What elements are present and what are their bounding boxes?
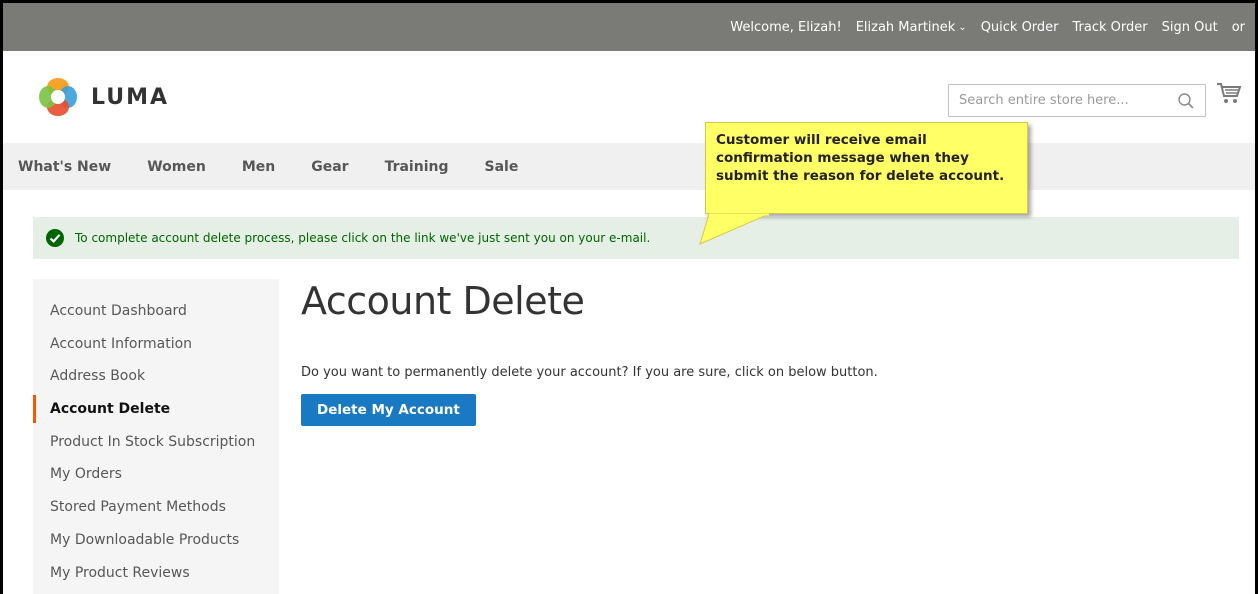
cart-icon[interactable] (1216, 81, 1242, 105)
check-circle-icon (46, 229, 64, 247)
annotation-callout: Customer will receive email confirmation… (705, 122, 1028, 214)
logo-text: LUMA (91, 84, 170, 110)
track-order-link[interactable]: Track Order (1073, 20, 1148, 35)
nav-item-sale[interactable]: Sale (484, 159, 518, 175)
customer-name: Elizah Martinek (855, 19, 956, 35)
delete-my-account-button[interactable]: Delete My Account (301, 394, 476, 426)
callout-pointer (699, 213, 770, 245)
main-navigation: What's New Women Men Gear Training Sale (3, 143, 1255, 190)
header: LUMA (3, 51, 1255, 143)
callout-line: submit the reason for delete account. (716, 168, 1005, 184)
or-text: or (1231, 19, 1245, 35)
sidebar-item-account-dashboard[interactable]: Account Dashboard (33, 295, 279, 328)
sidebar-item-my-product-reviews[interactable]: My Product Reviews (33, 557, 279, 590)
chevron-down-icon: ⌄ (958, 21, 967, 33)
nav-item-whats-new[interactable]: What's New (18, 159, 111, 175)
nav-item-women[interactable]: Women (147, 159, 206, 175)
success-message-text: To complete account delete process, plea… (75, 231, 651, 245)
callout-line: Customer will receive email (716, 132, 927, 148)
page-title: Account Delete (301, 279, 585, 323)
nav-item-gear[interactable]: Gear (311, 159, 348, 175)
search-input[interactable] (959, 93, 1169, 108)
main-content: Account Delete Do you want to permanentl… (301, 279, 1201, 426)
page: Welcome, Elizah! Elizah Martinek ⌄ Quick … (0, 0, 1258, 594)
callout-line: confirmation message when they (716, 150, 969, 166)
quick-order-link[interactable]: Quick Order (981, 20, 1059, 35)
nav-item-men[interactable]: Men (242, 159, 275, 175)
customer-menu[interactable]: Elizah Martinek ⌄ (856, 20, 967, 35)
sidebar-item-account-information[interactable]: Account Information (33, 328, 279, 361)
search-box (948, 84, 1206, 117)
sidebar-item-my-orders[interactable]: My Orders (33, 458, 279, 491)
success-message: To complete account delete process, plea… (33, 217, 1239, 259)
sign-out-link[interactable]: Sign Out (1162, 20, 1218, 35)
top-panel: Welcome, Elizah! Elizah Martinek ⌄ Quick … (3, 3, 1255, 51)
welcome-text: Welcome, Elizah! (730, 19, 842, 35)
account-sidebar: Account Dashboard Account Information Ad… (33, 279, 279, 594)
sidebar-item-product-in-stock-subscription[interactable]: Product In Stock Subscription (33, 426, 279, 459)
sidebar-item-address-book[interactable]: Address Book (33, 360, 279, 393)
sidebar-item-stored-payment-methods[interactable]: Stored Payment Methods (33, 491, 279, 524)
luma-logo-icon (39, 78, 77, 116)
logo[interactable]: LUMA (37, 76, 169, 118)
delete-description: Do you want to permanently delete your a… (301, 365, 878, 380)
sidebar-item-my-downloadable-products[interactable]: My Downloadable Products (33, 524, 279, 557)
nav-item-training[interactable]: Training (385, 159, 449, 175)
sidebar-item-account-delete[interactable]: Account Delete (33, 393, 279, 426)
search-icon[interactable] (1177, 92, 1195, 110)
